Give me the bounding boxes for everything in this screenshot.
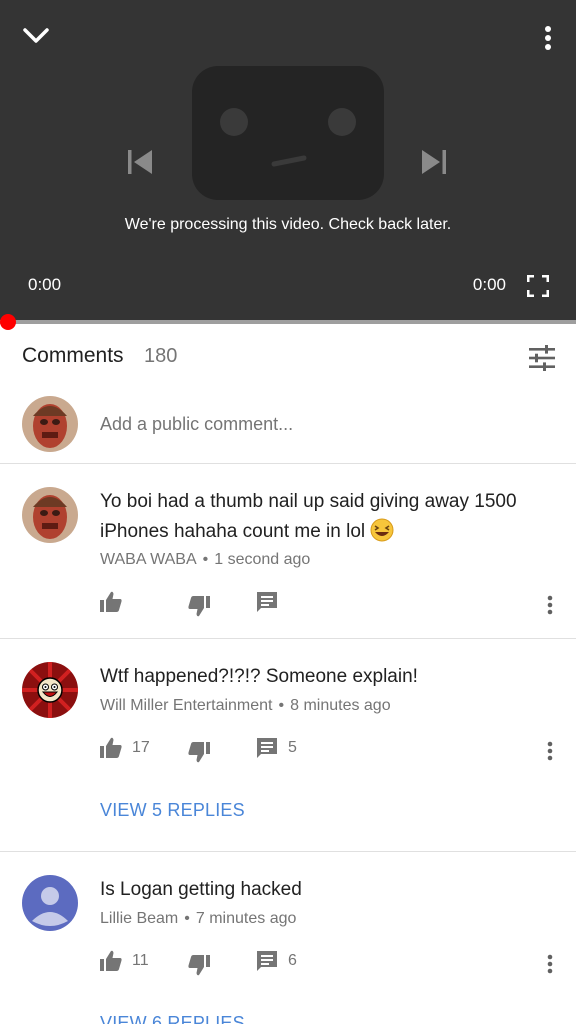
player-more-button[interactable] xyxy=(532,18,564,58)
thumbs-down-icon xyxy=(188,596,210,617)
collapse-button[interactable] xyxy=(16,18,56,54)
reply-button[interactable] xyxy=(256,591,288,613)
comment-icon xyxy=(257,738,277,758)
comment-actions: 17 5 xyxy=(100,737,560,765)
comments-count: 180 xyxy=(144,345,178,367)
thumbs-up-icon xyxy=(100,591,122,612)
thumbs-down-icon xyxy=(188,955,210,976)
comment-time: 1 second ago xyxy=(214,551,311,568)
thumbs-down-icon xyxy=(188,742,210,763)
comment-author[interactable]: Will Miller Entertainment xyxy=(100,697,272,714)
comment-meta: Will Miller Entertainment • 8 minutes ago xyxy=(100,697,391,714)
dislike-button[interactable] xyxy=(188,595,210,617)
comments-header: Comments 180 xyxy=(0,324,576,390)
add-comment-row xyxy=(0,390,576,464)
processing-message: We're processing this video. Check back … xyxy=(124,216,452,233)
comment-body: Yo boi had a thumb nail up said giving a… xyxy=(100,491,517,542)
previous-button[interactable] xyxy=(116,140,164,184)
reply-button[interactable]: 5 xyxy=(256,737,297,759)
reply-count: 5 xyxy=(288,739,297,756)
comment-actions xyxy=(100,591,560,619)
video-player[interactable]: We're processing this video. Check back … xyxy=(0,0,576,322)
commenter-avatar[interactable] xyxy=(22,875,78,931)
commenter-avatar[interactable] xyxy=(22,662,78,718)
comment-item: Yo boi had a thumb nail up said giving a… xyxy=(0,465,576,639)
comment-icon xyxy=(257,951,277,971)
comment-icon xyxy=(257,592,277,612)
like-count: 11 xyxy=(132,952,149,969)
next-button[interactable] xyxy=(410,140,458,184)
laughing-face-icon xyxy=(370,518,394,542)
skip-previous-icon xyxy=(128,150,152,174)
view-replies-link[interactable]: VIEW 5 REPLIES xyxy=(100,800,245,821)
comment-time: 7 minutes ago xyxy=(195,910,297,927)
comment-more-button[interactable] xyxy=(540,593,560,617)
view-replies-link[interactable]: VIEW 6 REPLIES xyxy=(100,1013,245,1024)
like-button[interactable] xyxy=(100,591,132,613)
chevron-down-icon xyxy=(23,28,49,43)
comment-actions: 11 6 xyxy=(100,950,560,978)
sad-youtube-logo xyxy=(192,66,384,200)
reply-count: 6 xyxy=(288,952,297,969)
tune-icon xyxy=(529,345,555,371)
more-vert-icon xyxy=(547,741,553,761)
more-vert-icon xyxy=(547,954,553,974)
reply-button[interactable]: 6 xyxy=(256,950,297,972)
comment-item: Is Logan getting hacked Lillie Beam • 7 mi… xyxy=(0,853,576,1024)
comment-author[interactable]: WABA WABA xyxy=(100,551,197,568)
current-time: 0:00 xyxy=(28,275,62,294)
total-time: 0:00 xyxy=(472,275,506,294)
like-button[interactable]: 17 xyxy=(100,737,150,759)
comment-meta: Lillie Beam • 7 minutes ago xyxy=(100,910,297,927)
comment-body: Is Logan getting hacked xyxy=(100,879,302,900)
comment-author[interactable]: Lillie Beam xyxy=(100,910,178,927)
commenter-avatar[interactable] xyxy=(22,487,78,543)
comment-meta: WABA WABA • 1 second ago xyxy=(100,551,311,568)
more-vert-icon xyxy=(545,26,551,50)
like-button[interactable]: 11 xyxy=(100,950,149,972)
dislike-button[interactable] xyxy=(188,954,210,976)
sort-comments-button[interactable] xyxy=(526,342,558,374)
comment-item: Wtf happened?!?!? Someone explain! Will … xyxy=(0,640,576,852)
dislike-button[interactable] xyxy=(188,741,210,763)
fullscreen-button[interactable] xyxy=(524,272,552,300)
thumbs-up-icon xyxy=(100,737,122,758)
comment-body: Wtf happened?!?!? Someone explain! xyxy=(100,666,418,687)
skip-next-icon xyxy=(422,150,446,174)
comment-more-button[interactable] xyxy=(540,739,560,763)
comment-time: 8 minutes ago xyxy=(290,697,391,714)
add-comment-input[interactable] xyxy=(100,414,520,435)
comment-more-button[interactable] xyxy=(540,952,560,976)
thumbs-up-icon xyxy=(100,950,122,971)
like-count: 17 xyxy=(132,739,150,756)
comments-title: Comments xyxy=(22,344,124,367)
more-vert-icon xyxy=(547,595,553,615)
user-avatar xyxy=(22,396,78,452)
fullscreen-icon xyxy=(527,275,549,297)
comment-text: Yo boi had a thumb nail up said giving a… xyxy=(100,487,550,547)
